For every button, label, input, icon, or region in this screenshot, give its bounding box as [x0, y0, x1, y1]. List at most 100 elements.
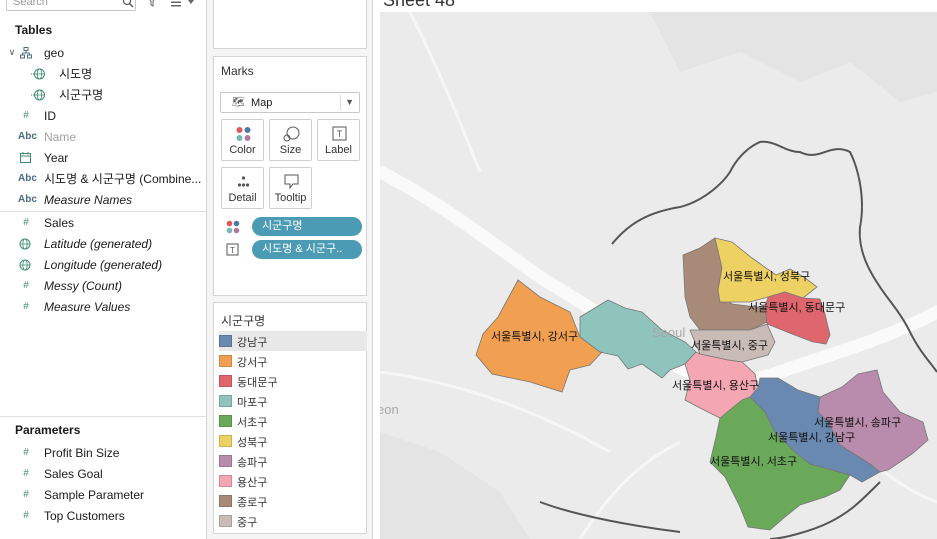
map-canvas[interactable]: Seoul eon 서울특별시, 성북구 서울특별시, 동대문구 서울특별시, …	[380, 12, 937, 539]
parameter-profit-bin-size[interactable]: # Profit Bin Size	[0, 442, 207, 463]
label-pill[interactable]: 시도명 & 시군구..	[252, 240, 362, 259]
filters-card[interactable]	[213, 0, 367, 49]
field-label: Longitude (generated)	[44, 257, 163, 272]
size-icon	[283, 126, 300, 142]
legend-label: 송파구	[237, 457, 268, 469]
filter-icon[interactable]	[146, 0, 158, 7]
search-input[interactable]: Search	[6, 0, 136, 11]
map-svg[interactable]: Seoul eon 서울특별시, 성북구 서울특별시, 동대문구 서울특별시, …	[380, 12, 937, 539]
field-label: Measure Names	[44, 192, 133, 207]
legend-label: 종로구	[237, 497, 268, 509]
field-label: Name	[44, 129, 77, 144]
hash-icon: #	[23, 110, 29, 121]
legend-item[interactable]: 성북구	[219, 431, 367, 451]
hash-icon: #	[23, 510, 29, 521]
mark-type-dropdown[interactable]: 🗺 Map ▼	[220, 92, 360, 113]
region-label-gangnam: 서울특별시, 강남구	[768, 431, 855, 444]
hash-icon: #	[23, 280, 29, 291]
globe-icon	[31, 68, 45, 80]
parameter-sample[interactable]: # Sample Parameter	[0, 484, 207, 505]
tooltip-icon	[284, 174, 299, 190]
mark-type-label: Map	[251, 97, 273, 109]
field-label: Messy (Count)	[44, 278, 123, 293]
map-city-label: Seoul	[652, 325, 685, 340]
label-icon: T	[226, 243, 239, 256]
field-sido[interactable]: 시도명	[0, 63, 207, 84]
hash-icon: #	[23, 301, 29, 312]
marks-title: Marks	[221, 64, 254, 78]
region-label-seongbuk: 서울특별시, 성북구	[723, 270, 810, 283]
label-icon: T	[332, 126, 347, 141]
field-measure-values[interactable]: # Measure Values	[0, 296, 207, 317]
color-icon	[236, 127, 251, 141]
svg-text:T: T	[230, 246, 235, 255]
field-year[interactable]: Year	[0, 147, 207, 168]
svg-text:T: T	[337, 129, 343, 139]
region-label-songpa: 서울특별시, 송파구	[814, 416, 901, 429]
field-latitude[interactable]: Latitude (generated)	[0, 233, 207, 254]
search-icon[interactable]	[122, 0, 134, 8]
legend-label: 마포구	[237, 397, 268, 409]
field-sales[interactable]: # Sales	[0, 212, 207, 233]
field-longitude[interactable]: Longitude (generated)	[0, 254, 207, 275]
legend-item[interactable]: 마포구	[219, 391, 367, 411]
legend-item[interactable]: 종로구	[219, 491, 367, 511]
legend-item[interactable]: 강서구	[219, 351, 367, 371]
tooltip-label: Tooltip	[274, 192, 307, 204]
field-label: 시도명	[59, 67, 93, 81]
parameter-sales-goal[interactable]: # Sales Goal	[0, 463, 207, 484]
table-icon	[20, 47, 32, 59]
map-mark-icon: 🗺	[232, 97, 245, 108]
hash-icon: #	[23, 489, 29, 500]
size-label: Size	[279, 144, 302, 156]
parameter-label: Top Customers	[44, 508, 125, 523]
field-sigungu[interactable]: 시군구명	[0, 84, 207, 105]
parameter-label: Sales Goal	[44, 466, 103, 481]
field-messy-count[interactable]: # Messy (Count)	[0, 275, 207, 296]
parameter-label: Sample Parameter	[44, 487, 145, 502]
legend-label: 강서구	[237, 357, 268, 369]
field-label: geo	[44, 45, 65, 60]
field-label: 시군구명	[59, 88, 104, 102]
collapse-chevron-icon[interactable]: ∨	[4, 47, 20, 58]
field-label: Sales	[44, 215, 75, 230]
legend-title: 시군구명	[221, 314, 266, 328]
field-combined[interactable]: Abc 시도명 & 시군구명 (Combine...	[0, 168, 207, 189]
legend-item[interactable]: 송파구	[219, 451, 367, 471]
chevron-down-icon: ▼	[340, 95, 354, 110]
label-button[interactable]: T Label	[317, 119, 360, 161]
parameters-header: Parameters	[15, 423, 81, 437]
tableau-worksheet: Search Tables ∨ geo 시도명 시군구명 # ID Abc Na…	[0, 0, 937, 539]
field-label: ID	[44, 108, 56, 123]
field-name[interactable]: Abc Name	[0, 126, 207, 147]
color-button[interactable]: Color	[221, 119, 264, 161]
data-pane: Search Tables ∨ geo 시도명 시군구명 # ID Abc Na…	[0, 0, 207, 539]
field-id[interactable]: # ID	[0, 105, 207, 126]
tooltip-button[interactable]: Tooltip	[269, 167, 312, 209]
legend-item[interactable]: 서초구	[219, 411, 367, 431]
detail-button[interactable]: Detail	[221, 167, 264, 209]
map-view: Sheet 48 Seoul eon 서울특별시, 성북구 서울특별시, 동대문…	[373, 0, 937, 539]
parameter-top-customers[interactable]: # Top Customers	[0, 505, 207, 526]
legend-item[interactable]: 중구	[219, 511, 367, 531]
region-label-seocho: 서울특별시, 서초구	[710, 455, 797, 468]
marks-card: Marks 🗺 Map ▼ Color Size T Label Detail …	[213, 56, 367, 296]
label-pill-row: T 시도명 & 시군구..	[226, 240, 366, 260]
field-measure-names[interactable]: Abc Measure Names	[0, 189, 207, 210]
legend-item[interactable]: 동대문구	[219, 371, 367, 391]
hash-icon: #	[23, 447, 29, 458]
color-pill[interactable]: 시군구명	[252, 217, 362, 236]
legend-swatch	[219, 475, 232, 487]
color-icon	[226, 220, 240, 234]
size-button[interactable]: Size	[269, 119, 312, 161]
legend-swatch	[219, 335, 232, 347]
legend-swatch	[219, 455, 232, 467]
legend-label: 중구	[237, 517, 258, 529]
view-options-icon[interactable]	[169, 0, 197, 8]
table-geo[interactable]: ∨ geo	[0, 42, 207, 63]
color-label: Color	[229, 144, 256, 156]
region-label-gangseo: 서울특별시, 강서구	[491, 330, 578, 343]
legend-item[interactable]: 강남구	[219, 331, 367, 351]
legend-item[interactable]: 용산구	[219, 471, 367, 491]
field-label: Year	[44, 150, 69, 165]
